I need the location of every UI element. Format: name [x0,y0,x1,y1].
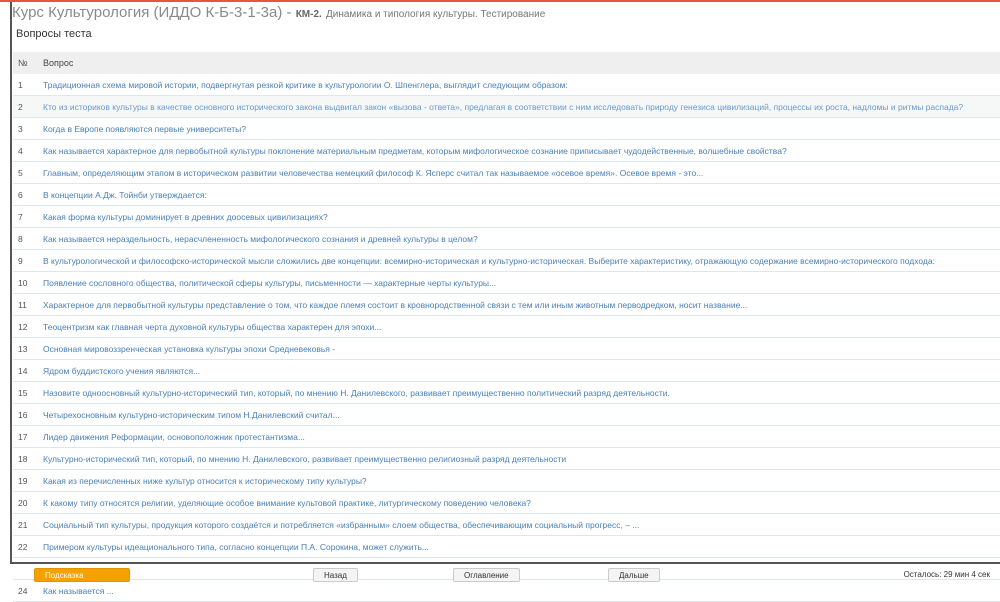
module-code: КМ-2. [295,9,322,20]
question-link[interactable]: Теоцентризм как главная черта духовной к… [43,322,411,332]
hint-button[interactable]: Подсказка [34,568,130,582]
question-link[interactable]: Социальный тип культуры, продукция котор… [43,520,669,530]
question-number: 20 [18,497,28,508]
window-left-border [0,2,12,577]
question-number: 18 [18,453,28,464]
column-number: № [18,58,28,68]
section-title: Вопросы теста [16,28,92,40]
table-row[interactable]: 7 Какая форма культуры доминирует в древн… [13,206,1000,228]
question-number: 19 [18,475,28,486]
table-row[interactable]: 5 Главным, определяющим этапом в историче… [13,162,1000,184]
question-number: 4 [18,145,23,156]
question-link[interactable]: Ядром буддистского учения являются... [43,366,230,376]
page-title: Курс Культурология (ИДДО К-Б-3-1-3а) - К… [12,4,545,21]
question-link[interactable]: Когда в Европе появляются первые универс… [43,124,276,134]
question-link[interactable]: Традиционная схема мировой истории, подв… [43,80,598,90]
question-link[interactable]: К какому типу относятся религии, уделяющ… [43,498,561,508]
question-link[interactable]: Примером культуры идеационального типа, … [43,542,459,552]
question-link[interactable]: Главным, определяющим этапом в историчес… [43,168,733,178]
module-subtitle: Динамика и типология культуры. Тестирова… [325,9,546,20]
question-link[interactable]: В культурологической и философско-истори… [43,256,965,266]
question-link[interactable]: Основная мировоззренческая установка кул… [43,344,365,354]
table-row[interactable]: 14 Ядром буддистского учения являются... [13,360,1000,382]
table-row[interactable]: 17 Лидер движения Реформации, основополож… [13,426,1000,448]
question-number: 16 [18,409,28,420]
question-number: 6 [18,189,23,200]
table-row[interactable]: 11 Характерное для первобытной культуры п… [13,294,1000,316]
question-number: 22 [18,541,28,552]
table-row[interactable]: 10 Появление сословного общества, политич… [13,272,1000,294]
table-row[interactable]: 13 Основная мировоззренческая установка к… [13,338,1000,360]
table-row[interactable]: 2 Кто из историков культуры в качестве ос… [13,96,1000,118]
question-number: 8 [18,233,23,244]
question-link[interactable]: Кто из историков культуры в качестве осн… [43,102,993,112]
question-number: 21 [18,519,28,530]
question-link[interactable]: Какая форма культуры доминирует в древни… [43,212,358,222]
footer-bar: Подсказка Назад Оглавление Дальше Остало… [10,562,1000,582]
question-link[interactable]: Лидер движения Реформации, основоположни… [43,432,335,442]
question-link[interactable]: Появление сословного общества, политичес… [43,278,526,288]
question-number: 2 [18,101,23,112]
table-row[interactable]: 22 Примером культуры идеационального типа… [13,536,1000,558]
questions-table: № Вопрос 1 Традиционная схема мировой ист… [13,52,1000,602]
table-row[interactable]: 15 Назовите одноосновный культурно-истори… [13,382,1000,404]
question-number: 9 [18,255,23,266]
table-row[interactable]: 12 Теоцентризм как главная черта духовной… [13,316,1000,338]
table-row[interactable]: 16 Четырехосновным культурно-историческим… [13,404,1000,426]
question-link[interactable]: Культурно-исторический тип, который, по … [43,454,596,464]
question-link[interactable]: Как называется характерное для первобытн… [43,146,817,156]
table-row[interactable]: 3 Когда в Европе появляются первые универ… [13,118,1000,140]
table-row[interactable]: 20 К какому типу относятся религии, уделя… [13,492,1000,514]
contents-button[interactable]: Оглавление [453,568,520,582]
question-number: 24 [18,585,28,596]
question-number: 1 [18,79,23,90]
table-header: № Вопрос [13,52,1000,74]
question-link[interactable]: Как называется ... [43,586,144,596]
question-number: 17 [18,431,28,442]
question-number: 13 [18,343,28,354]
question-number: 10 [18,277,28,288]
question-number: 15 [18,387,28,398]
table-row[interactable]: 24 Как называется ... [13,580,1000,602]
table-row[interactable]: 9 В культурологической и философско-истор… [13,250,1000,272]
question-link[interactable]: Четырехосновным культурно-историческим т… [43,410,370,420]
table-row[interactable]: 19 Какая из перечисленных ниже культур от… [13,470,1000,492]
column-question: Вопрос [43,58,74,68]
table-row[interactable]: 21 Социальный тип культуры, продукция кот… [13,514,1000,536]
back-button[interactable]: Назад [313,568,358,582]
question-link[interactable]: Как называется нераздельность, нерасчлен… [43,234,508,244]
question-number: 5 [18,167,23,178]
question-number: 7 [18,211,23,222]
question-number: 12 [18,321,28,332]
table-row[interactable]: 18 Культурно-исторический тип, который, п… [13,448,1000,470]
table-row[interactable]: 1 Традиционная схема мировой истории, под… [13,74,1000,96]
question-number: 11 [18,299,27,310]
question-link[interactable]: В концепции А.Дж. Тойнби утверждается: [43,190,237,200]
question-link[interactable]: Характерное для первобытной культуры пре… [43,300,777,310]
table-row[interactable]: 8 Как называется нераздельность, нерасчле… [13,228,1000,250]
question-link[interactable]: Какая из перечисленных ниже культур отно… [43,476,397,486]
course-title: Курс Культурология (ИДДО К-Б-3-1-3а) - [12,4,292,21]
question-number: 14 [18,365,28,376]
next-button[interactable]: Дальше [608,568,660,582]
table-row[interactable]: 6 В концепции А.Дж. Тойнби утверждается: [13,184,1000,206]
question-link[interactable]: Назовите одноосновный культурно-историче… [43,388,700,398]
question-number: 3 [18,123,23,134]
table-row[interactable]: 4 Как называется характерное для первобыт… [13,140,1000,162]
